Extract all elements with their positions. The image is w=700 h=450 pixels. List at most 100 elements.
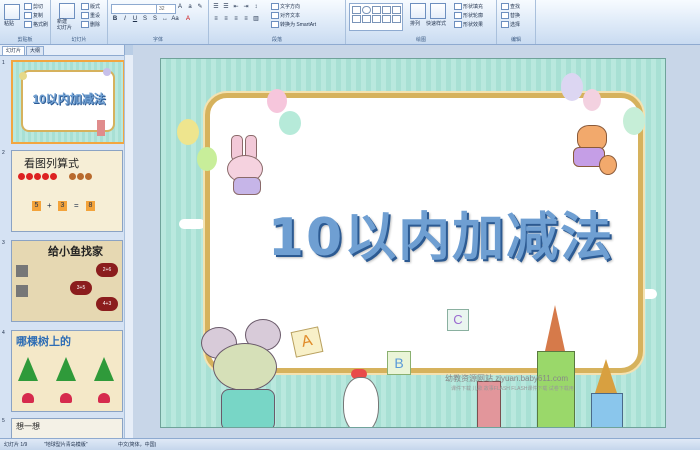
watermark-line-2: 课件下载 儿歌 故事FLASH FLASH课件下载 试卷下载用 (451, 386, 574, 392)
oval-shape-icon[interactable] (362, 6, 371, 14)
quick-styles-icon[interactable] (430, 3, 446, 19)
slide-thumbnail-1[interactable]: 10以内加减法 (11, 60, 125, 144)
tab-slides[interactable]: 幻灯片 (2, 46, 26, 55)
new-slide-button[interactable]: 新建 幻灯片 (57, 19, 72, 31)
heart-icon (22, 393, 34, 403)
copy-icon (24, 12, 32, 20)
quick-styles-button[interactable]: 快速样式 (426, 20, 446, 27)
font-size-field[interactable]: 32 (156, 4, 176, 14)
fish-house-icon (16, 285, 28, 297)
curve-shape-icon[interactable] (362, 15, 371, 23)
change-case-icon[interactable]: Aa (171, 16, 179, 23)
line-shape-icon[interactable] (372, 6, 381, 14)
paste-icon[interactable] (4, 4, 20, 20)
reset-label: 重设 (90, 13, 101, 19)
delete-button[interactable]: 删除 (81, 21, 101, 29)
slide-thumbnail-4[interactable]: 哪棵树上的 (11, 330, 123, 412)
smartart-button[interactable]: 转换为 SmartArt (271, 21, 317, 29)
heart-icon (60, 393, 72, 403)
shrink-font-icon[interactable]: a (186, 4, 194, 11)
house-icon (591, 393, 623, 427)
balloon-icon (19, 72, 27, 80)
format-painter-button[interactable]: 格式刷 (24, 21, 49, 29)
slide-number: 3 (2, 240, 5, 246)
new-slide-icon[interactable] (59, 3, 75, 19)
effects-icon (454, 21, 462, 29)
scissors-icon (24, 3, 32, 11)
paste-button[interactable]: 粘贴 (4, 20, 14, 27)
font-color-icon[interactable]: A (184, 16, 192, 23)
layout-button[interactable]: 版式 (81, 3, 100, 11)
font-group: 32 A a ✎ B I U S S ↔ Aa A 字体 (108, 0, 209, 44)
delete-label: 删除 (90, 22, 101, 28)
callout-shape-icon[interactable] (382, 15, 391, 23)
copy-button[interactable]: 复制 (24, 12, 43, 20)
status-bar: 幻灯片 1/9 "地球型片青岛模版" 中文(简体，中国) (0, 438, 700, 450)
underline-icon[interactable]: U (131, 16, 139, 23)
shape-effects-button[interactable]: 形状效果 (454, 21, 483, 29)
align-text-button[interactable]: 对齐文本 (271, 12, 300, 20)
grow-font-icon[interactable]: A (176, 4, 184, 11)
cat-illustration (565, 125, 617, 177)
font-name-field[interactable] (111, 4, 157, 14)
triangle-shape-icon[interactable] (392, 6, 401, 14)
rectangle-shape-icon[interactable] (352, 6, 361, 14)
slide-thumbnail-2[interactable]: 看图列算式 5 + 3 = 8 (11, 150, 123, 232)
cloud-decoration (179, 219, 205, 229)
decrease-indent-icon[interactable]: ⇤ (232, 4, 240, 11)
star-shape-icon[interactable] (352, 15, 361, 23)
strikethrough-icon[interactable]: S (141, 16, 149, 23)
increase-indent-icon[interactable]: ⇥ (242, 4, 250, 11)
italic-icon[interactable]: I (121, 16, 129, 23)
tab-outline[interactable]: 大纲 (26, 46, 45, 55)
bold-icon[interactable]: B (111, 16, 119, 23)
find-label: 查找 (510, 4, 521, 10)
equation-box: 8 (86, 201, 95, 211)
arrow-shape-icon[interactable] (382, 6, 391, 14)
numbering-icon[interactable]: ☰ (222, 4, 230, 11)
spacing-icon[interactable]: ↔ (161, 16, 169, 23)
delete-icon (81, 21, 89, 29)
smartart-icon (271, 21, 279, 29)
align-left-icon[interactable]: ≡ (212, 16, 220, 23)
arrange-button[interactable]: 排列 (410, 20, 420, 27)
pane-scrollbar[interactable] (124, 55, 133, 438)
ribbon: 粘贴 剪切 复制 格式刷 剪贴板 新建 幻灯片 版式 重设 删除 幻灯片 32 A… (0, 0, 700, 45)
shape-outline-button[interactable]: 形状轮廓 (454, 12, 483, 20)
format-painter-label: 格式刷 (33, 22, 49, 28)
slide-thumbnail-5[interactable]: 想一想 (11, 418, 123, 439)
bullets-icon[interactable]: ☰ (212, 4, 220, 11)
current-slide[interactable]: 10以内加减法 A B C 幼教资源网站 ziyuan.baby611.com … (160, 58, 666, 428)
find-button[interactable]: 查找 (501, 3, 521, 11)
slide-number: 2 (2, 150, 5, 156)
roof-icon (545, 305, 565, 351)
cursor-icon (501, 21, 509, 29)
align-center-icon[interactable]: ≡ (222, 16, 230, 23)
cloud-label: 3+5 (70, 281, 92, 295)
mouse-illustration (201, 317, 299, 427)
columns-icon[interactable]: ▥ (252, 16, 260, 23)
replace-button[interactable]: 替换 (501, 12, 521, 20)
shadow-icon[interactable]: S (151, 16, 159, 23)
shape-fill-button[interactable]: 形状填充 (454, 3, 483, 11)
brace-shape-icon[interactable] (372, 15, 381, 23)
smartart-label: 转换为 SmartArt (280, 22, 317, 28)
slide-thumbnail-3[interactable]: 给小鱼找家 2+6 3+5 4+3 (11, 240, 123, 322)
block-arrow-shape-icon[interactable] (392, 15, 401, 23)
justify-icon[interactable]: ≡ (242, 16, 250, 23)
shapes-gallery[interactable] (349, 3, 403, 31)
theme-name[interactable]: "地球型片青岛模版" (44, 441, 88, 448)
align-right-icon[interactable]: ≡ (232, 16, 240, 23)
arrange-icon[interactable] (410, 3, 426, 19)
select-button[interactable]: 选择 (501, 21, 520, 29)
reset-button[interactable]: 重设 (81, 12, 101, 20)
replace-label: 替换 (510, 13, 521, 19)
cut-button[interactable]: 剪切 (24, 3, 43, 11)
text-direction-button[interactable]: 文字方向 (271, 3, 300, 11)
brush-icon (24, 21, 32, 29)
language-indicator[interactable]: 中文(简体，中国) (118, 441, 156, 448)
slide-title[interactable]: 10以内加减法 (261, 195, 621, 270)
clear-format-icon[interactable]: ✎ (196, 4, 204, 11)
line-spacing-icon[interactable]: ↕ (252, 4, 260, 11)
thumb-title: 看图列算式 (24, 158, 79, 170)
